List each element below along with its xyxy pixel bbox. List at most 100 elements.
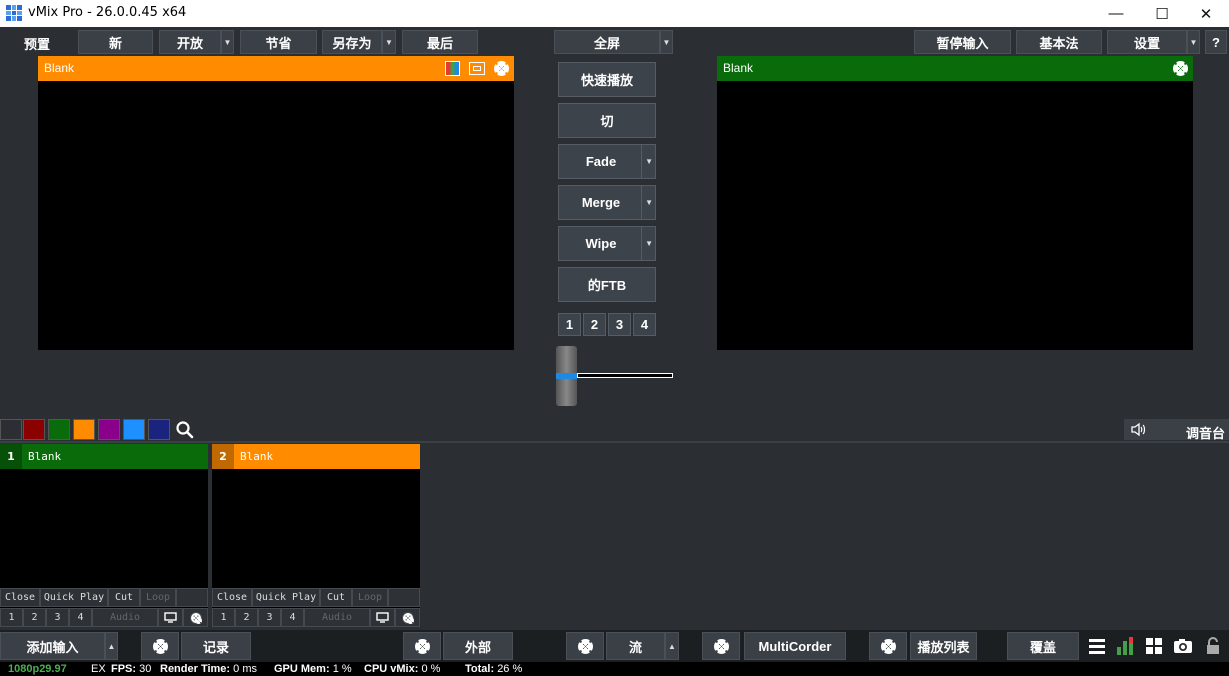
lock-icon[interactable] bbox=[1200, 632, 1226, 660]
input-2-audio-button[interactable]: Audio bbox=[304, 608, 370, 627]
add-input-dropdown-icon[interactable]: ▲ bbox=[105, 632, 118, 660]
save-button[interactable]: 节省 bbox=[240, 30, 317, 54]
playlist-button[interactable]: 播放列表 bbox=[910, 632, 977, 660]
speaker-icon bbox=[1131, 422, 1146, 437]
record-button[interactable]: 记录 bbox=[181, 632, 251, 660]
audio-levels-icon[interactable] bbox=[1112, 632, 1138, 660]
ftb-button[interactable]: 的FTB bbox=[558, 267, 656, 302]
input-1-audio-button[interactable]: Audio bbox=[92, 608, 158, 627]
input-2-number: 2 bbox=[212, 444, 234, 469]
input-2-overlay-4[interactable]: 4 bbox=[281, 608, 304, 627]
frame-icon[interactable] bbox=[469, 62, 485, 75]
close-window-button[interactable]: ✕ bbox=[1183, 0, 1229, 27]
t-bar-track[interactable] bbox=[577, 373, 673, 378]
input-1-close-button[interactable]: Close bbox=[0, 588, 40, 607]
add-input-button[interactable]: 添加输入 bbox=[0, 632, 105, 660]
input-2-monitor-icon[interactable] bbox=[370, 608, 395, 627]
menu-icon[interactable] bbox=[1084, 632, 1110, 660]
color-correction-icon[interactable] bbox=[445, 61, 460, 76]
merge-dropdown-icon[interactable]: ▼ bbox=[645, 198, 653, 207]
basic-mode-button[interactable]: 基本法 bbox=[1016, 30, 1102, 54]
search-icon[interactable] bbox=[175, 420, 195, 440]
save-as-button[interactable]: 另存为 bbox=[322, 30, 382, 54]
minimize-button[interactable]: — bbox=[1093, 0, 1139, 27]
multicorder-button[interactable]: MultiCorder bbox=[744, 632, 846, 660]
input-1-overlay-4[interactable]: 4 bbox=[69, 608, 92, 627]
multicorder-settings-gear-icon[interactable] bbox=[702, 632, 740, 660]
input-2-overlay-3[interactable]: 3 bbox=[258, 608, 281, 627]
new-button[interactable]: 新 bbox=[78, 30, 153, 54]
input-1-quick-play-button[interactable]: Quick Play bbox=[40, 588, 108, 607]
filter-all-swatch[interactable] bbox=[0, 419, 22, 440]
input-1-header: 1 Blank bbox=[0, 444, 208, 469]
input-1-overlay-2[interactable]: 2 bbox=[23, 608, 46, 627]
fade-dropdown-icon[interactable]: ▼ bbox=[645, 157, 653, 166]
external-button[interactable]: 外部 bbox=[443, 632, 513, 660]
wipe-dropdown-icon[interactable]: ▼ bbox=[645, 239, 653, 248]
output-panel: Blank bbox=[717, 56, 1193, 350]
open-dropdown-icon[interactable]: ▼ bbox=[221, 30, 234, 54]
window-title: vMix Pro - 26.0.0.45 x64 bbox=[28, 5, 187, 20]
cut-button[interactable]: 切 bbox=[558, 103, 656, 138]
filter-blue-swatch[interactable] bbox=[123, 419, 145, 440]
settings-dropdown-icon[interactable]: ▼ bbox=[1187, 30, 1200, 54]
input-1-monitor-icon[interactable] bbox=[158, 608, 183, 627]
input-2-close-button[interactable]: Close bbox=[212, 588, 252, 607]
input-2-quick-play-button[interactable]: Quick Play bbox=[252, 588, 320, 607]
input-tile-1[interactable]: 1 Blank Close Quick Play Cut Loop 1 2 3 4… bbox=[0, 444, 208, 627]
last-button[interactable]: 最后 bbox=[402, 30, 478, 54]
stream-button[interactable]: 流 bbox=[606, 632, 665, 660]
transition-2-button[interactable]: 2 bbox=[583, 313, 606, 336]
filter-purple-swatch[interactable] bbox=[98, 419, 120, 440]
transition-4-button[interactable]: 4 bbox=[633, 313, 656, 336]
filter-green-swatch[interactable] bbox=[48, 419, 70, 440]
input-2-loop-button[interactable]: Loop bbox=[352, 588, 388, 607]
preview-panel[interactable]: Blank bbox=[38, 56, 514, 350]
stream-dropdown-icon[interactable]: ▲ bbox=[665, 632, 679, 660]
preview-header: Blank bbox=[38, 56, 514, 81]
maximize-button[interactable]: ☐ bbox=[1139, 0, 1185, 27]
fade-button[interactable]: Fade ▼ bbox=[558, 144, 656, 179]
input-1-cut-button[interactable]: Cut bbox=[108, 588, 140, 607]
external-settings-gear-icon[interactable] bbox=[403, 632, 441, 660]
open-button[interactable]: 开放 bbox=[159, 30, 221, 54]
input-2-gear-icon[interactable] bbox=[395, 608, 420, 627]
stream-settings-gear-icon[interactable] bbox=[566, 632, 604, 660]
playlist-settings-gear-icon[interactable] bbox=[869, 632, 907, 660]
filter-navy-swatch[interactable] bbox=[148, 419, 170, 440]
save-as-dropdown-icon[interactable]: ▼ bbox=[382, 30, 396, 54]
status-bar: 1080p29.97 EX FPS: 30 Render Time: 0 ms … bbox=[0, 662, 1229, 676]
input-1-loop-button[interactable]: Loop bbox=[140, 588, 176, 607]
input-1-overlay-3[interactable]: 3 bbox=[46, 608, 69, 627]
record-settings-gear-icon[interactable] bbox=[141, 632, 179, 660]
output-settings-gear-icon[interactable] bbox=[1173, 61, 1188, 76]
merge-button[interactable]: Merge ▼ bbox=[558, 185, 656, 220]
input-1-blank-cell bbox=[176, 588, 208, 607]
input-tile-2[interactable]: 2 Blank Close Quick Play Cut Loop 1 2 3 4… bbox=[212, 444, 420, 627]
input-1-number: 1 bbox=[0, 444, 22, 469]
input-1-gear-icon[interactable] bbox=[183, 608, 208, 627]
input-2-overlay-2[interactable]: 2 bbox=[235, 608, 258, 627]
fullscreen-dropdown-icon[interactable]: ▼ bbox=[660, 30, 673, 54]
input-1-overlay-1[interactable]: 1 bbox=[0, 608, 23, 627]
fullscreen-button[interactable]: 全屏 bbox=[554, 30, 660, 54]
settings-button[interactable]: 设置 bbox=[1107, 30, 1187, 54]
wipe-button[interactable]: Wipe ▼ bbox=[558, 226, 656, 261]
pause-input-button[interactable]: 暂停输入 bbox=[914, 30, 1011, 54]
filter-red-swatch[interactable] bbox=[23, 419, 45, 440]
filter-orange-swatch[interactable] bbox=[73, 419, 95, 440]
snapshot-camera-icon[interactable] bbox=[1170, 632, 1196, 660]
cpu-vmix-label: CPU vMix: bbox=[364, 663, 419, 675]
preview-settings-gear-icon[interactable] bbox=[494, 61, 509, 76]
t-bar-indicator bbox=[556, 373, 577, 379]
transition-3-button[interactable]: 3 bbox=[608, 313, 631, 336]
input-2-overlay-1[interactable]: 1 bbox=[212, 608, 235, 627]
help-button[interactable]: ? bbox=[1205, 30, 1227, 54]
overlay-button[interactable]: 覆盖 bbox=[1007, 632, 1079, 660]
audio-mixer-button[interactable]: 调音台 bbox=[1124, 419, 1229, 441]
input-2-cut-button[interactable]: Cut bbox=[320, 588, 352, 607]
quick-play-button[interactable]: 快速播放 bbox=[558, 62, 656, 97]
transition-1-button[interactable]: 1 bbox=[558, 313, 581, 336]
multiview-grid-icon[interactable] bbox=[1141, 632, 1167, 660]
video-format: 1080p29.97 bbox=[8, 663, 67, 675]
